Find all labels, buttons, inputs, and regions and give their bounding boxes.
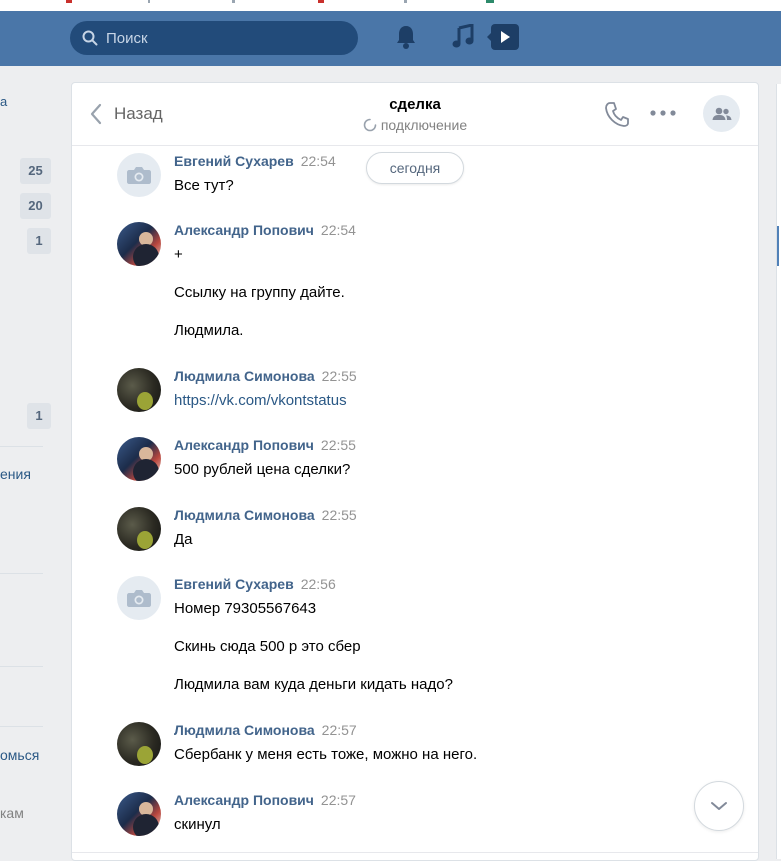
date-chip: сегодня: [366, 152, 464, 184]
counter-badge: 1: [27, 228, 51, 254]
author-name[interactable]: Александр Попович: [174, 792, 314, 808]
members-icon: [712, 107, 731, 120]
right-edge-marker: [777, 226, 779, 266]
message-text: 500 рублей цена сделки?: [174, 461, 351, 478]
spinner-icon: [363, 118, 377, 132]
message-time[interactable]: 22:57: [321, 792, 356, 808]
more-icon[interactable]: [650, 110, 676, 116]
message-time[interactable]: 22:55: [321, 437, 356, 453]
message-text: Сбербанк у меня есть тоже, можно на него…: [174, 746, 478, 763]
composer-divider: [72, 852, 758, 853]
avatar-body: [133, 244, 159, 266]
camera-icon: [127, 590, 151, 607]
avatar[interactable]: [117, 507, 161, 551]
message-text: Людмила.: [174, 322, 244, 339]
video-icon[interactable]: [487, 23, 519, 51]
message-text: Ссылку на группу дайте.: [174, 284, 345, 301]
message-text: Скинь сюда 500 р это сбер: [174, 638, 361, 655]
status-text: подключение: [380, 117, 468, 133]
author-name[interactable]: Людмила Симонова: [174, 368, 315, 384]
sidebar-link[interactable]: ения: [0, 466, 31, 482]
search-input[interactable]: [104, 28, 338, 48]
avatar[interactable]: [117, 368, 161, 412]
phone-icon[interactable]: [605, 101, 629, 127]
counter-badge: 1: [27, 403, 51, 429]
message-link[interactable]: https://vk.com/vkontstatus: [174, 392, 347, 409]
message-text: +: [174, 246, 183, 263]
avatar[interactable]: [117, 792, 161, 836]
sidebar-link[interactable]: кам: [0, 805, 24, 821]
counter-badge: 20: [20, 193, 51, 219]
sidebar-divider: [0, 666, 43, 667]
bell-icon[interactable]: [395, 24, 417, 50]
avatar-detail: [137, 746, 153, 764]
message-text: Людмила вам куда деньги кидать надо?: [174, 676, 453, 693]
members-button[interactable]: [703, 95, 740, 132]
chat-header: Назад сделка подключение: [72, 83, 758, 146]
scroll-down-button[interactable]: [694, 781, 744, 831]
message-time[interactable]: 22:57: [322, 722, 357, 738]
left-sidebar: а 25 20 1 1 ения омься кам: [0, 66, 60, 859]
sidebar-divider: [0, 446, 43, 447]
author-name[interactable]: Людмила Симонова: [174, 507, 315, 523]
sidebar-divider: [0, 573, 43, 574]
camera-icon: [127, 167, 151, 184]
avatar[interactable]: [117, 222, 161, 266]
top-strip: [0, 0, 781, 11]
chevron-down-icon: [711, 802, 727, 810]
author-name[interactable]: Александр Попович: [174, 222, 314, 238]
top-header: [0, 11, 781, 66]
sidebar-divider: [0, 726, 43, 727]
message-text: Номер 79305567643: [174, 600, 317, 617]
author-name[interactable]: Людмила Симонова: [174, 722, 315, 738]
avatar-body: [133, 459, 159, 481]
sidebar-link[interactable]: омься: [0, 747, 39, 763]
message-time[interactable]: 22:55: [322, 507, 357, 523]
message-time[interactable]: 22:54: [301, 153, 336, 169]
search-box[interactable]: [70, 21, 358, 55]
avatar-detail: [137, 392, 153, 410]
message-time[interactable]: 22:54: [321, 222, 356, 238]
message-text: Все тут?: [174, 177, 234, 194]
search-icon: [82, 30, 98, 46]
message-time[interactable]: 22:56: [301, 576, 336, 592]
message-text: скинул: [174, 816, 221, 833]
avatar[interactable]: [117, 153, 161, 197]
connection-status: подключение: [72, 117, 758, 133]
avatar[interactable]: [117, 437, 161, 481]
music-icon[interactable]: [452, 24, 474, 50]
avatar-detail: [137, 531, 153, 549]
chat-panel: Назад сделка подключение Евгений Сухарев…: [71, 82, 759, 861]
left-sidebar-fragment: а: [0, 94, 8, 109]
avatar[interactable]: [117, 576, 161, 620]
avatar[interactable]: [117, 722, 161, 766]
author-name[interactable]: Евгений Сухарев: [174, 576, 294, 592]
right-edge-panel: [776, 84, 781, 859]
counter-badge: 25: [20, 158, 51, 184]
message-text: Да: [174, 531, 193, 548]
author-name[interactable]: Евгений Сухарев: [174, 153, 294, 169]
author-name[interactable]: Александр Попович: [174, 437, 314, 453]
avatar-body: [133, 814, 159, 836]
message-time[interactable]: 22:55: [322, 368, 357, 384]
